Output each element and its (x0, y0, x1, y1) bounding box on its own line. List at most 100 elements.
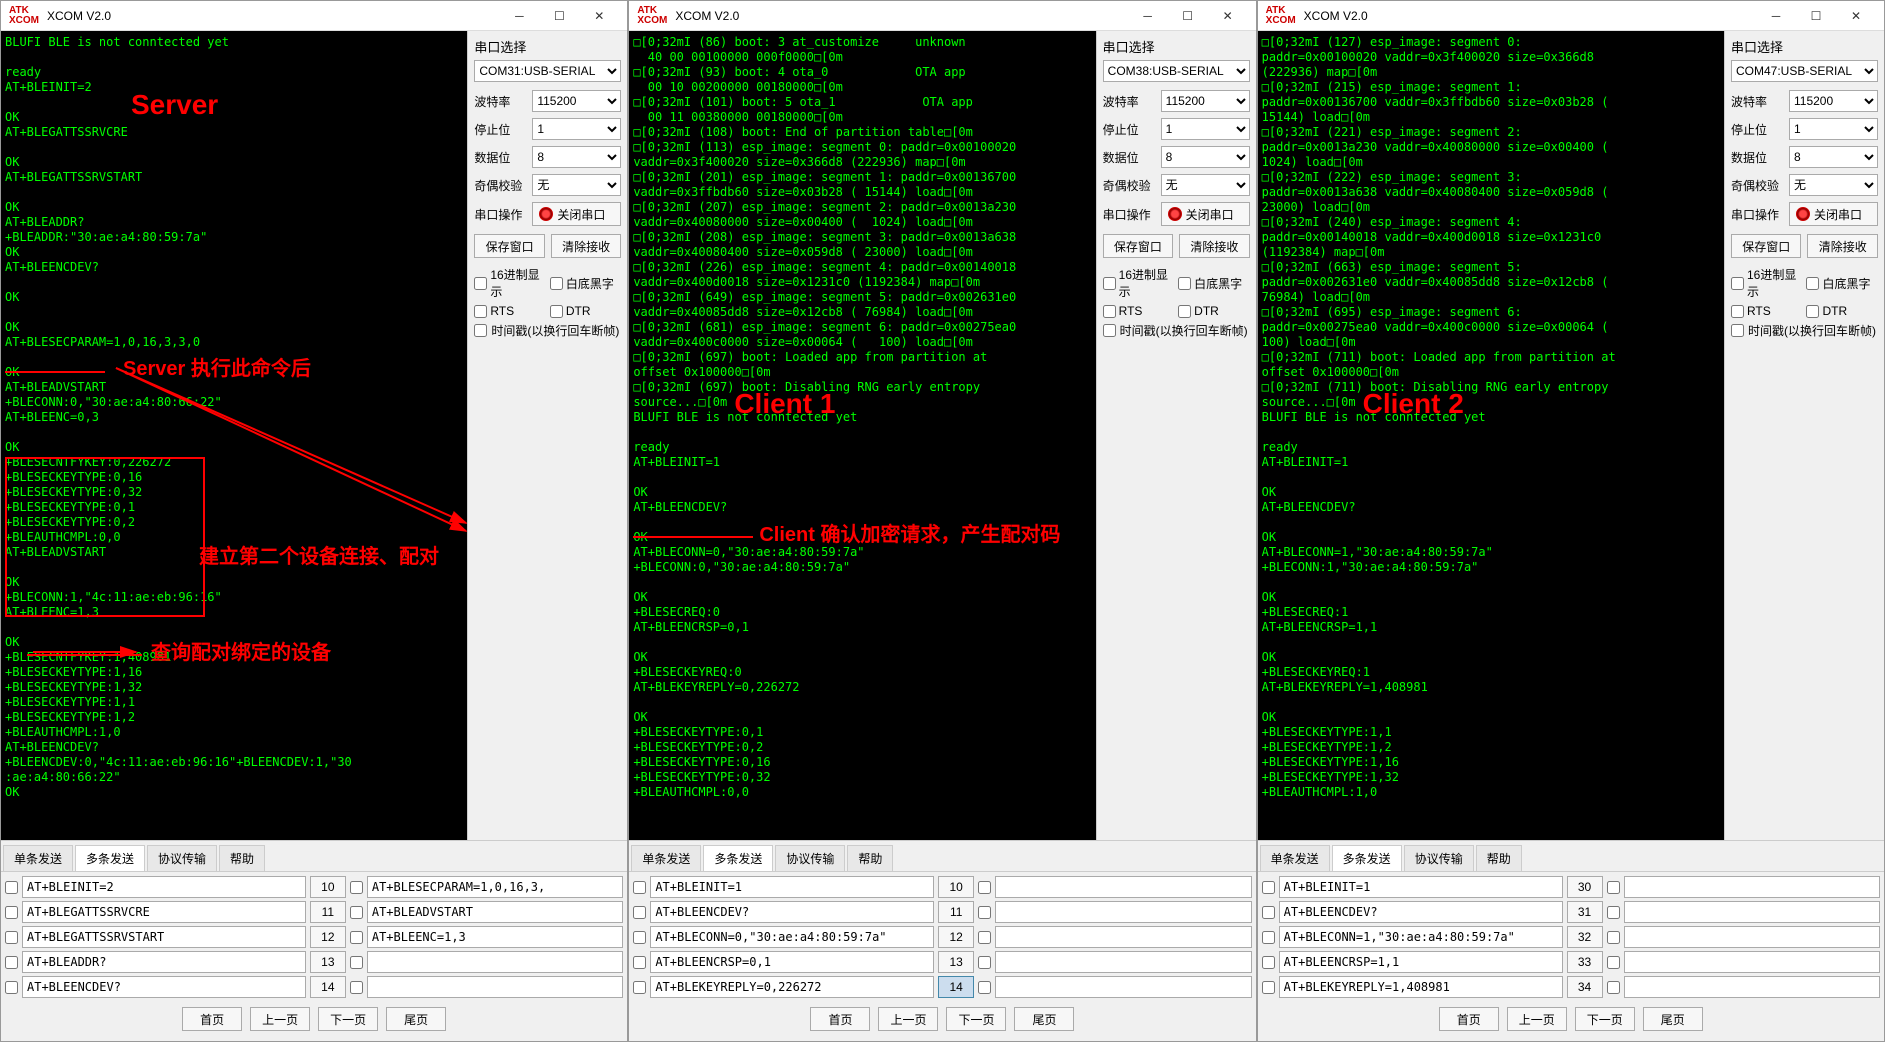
white-bg-checkbox[interactable] (1806, 277, 1819, 290)
data-select[interactable]: 8 (1789, 146, 1878, 168)
data-select[interactable]: 8 (532, 146, 621, 168)
tab-3[interactable]: 帮助 (1476, 845, 1522, 871)
rts-checkbox[interactable] (1731, 305, 1744, 318)
send-command-input[interactable] (1279, 876, 1563, 898)
send-row-right-checkbox[interactable] (350, 881, 363, 894)
clear-recv-button[interactable]: 清除接收 (1807, 234, 1878, 258)
send-command-input-right[interactable] (367, 976, 623, 998)
tab-1[interactable]: 多条发送 (75, 845, 145, 871)
timestamp-checkbox[interactable] (1103, 324, 1116, 337)
com-port-select[interactable]: COM47:USB-SERIAL (1731, 60, 1878, 82)
send-row-checkbox[interactable] (1262, 881, 1275, 894)
pager-button[interactable]: 下一页 (946, 1007, 1006, 1031)
send-command-input[interactable] (1279, 926, 1563, 948)
send-command-input-right[interactable] (1624, 951, 1880, 973)
send-command-input[interactable] (22, 926, 306, 948)
send-row-right-checkbox[interactable] (350, 956, 363, 969)
parity-select[interactable]: 无 (532, 174, 621, 196)
dtr-checkbox[interactable] (550, 305, 563, 318)
send-row-right-checkbox[interactable] (1607, 881, 1620, 894)
send-command-input-right[interactable] (1624, 976, 1880, 998)
send-command-input-right[interactable] (995, 951, 1251, 973)
send-num-button[interactable]: 33 (1567, 951, 1603, 973)
send-num-button[interactable]: 30 (1567, 876, 1603, 898)
send-num-button[interactable]: 12 (310, 926, 346, 948)
send-row-right-checkbox[interactable] (350, 931, 363, 944)
timestamp-checkbox[interactable] (1731, 324, 1744, 337)
timestamp-checkbox[interactable] (474, 324, 487, 337)
send-num-button[interactable]: 10 (310, 876, 346, 898)
send-command-input[interactable] (1279, 901, 1563, 923)
send-row-right-checkbox[interactable] (978, 931, 991, 944)
pager-button[interactable]: 尾页 (386, 1007, 446, 1031)
clear-recv-button[interactable]: 清除接收 (1179, 234, 1250, 258)
send-num-button[interactable]: 34 (1567, 976, 1603, 998)
send-num-button[interactable]: 11 (938, 901, 974, 923)
pager-button[interactable]: 下一页 (318, 1007, 378, 1031)
send-num-button[interactable]: 13 (310, 951, 346, 973)
tab-3[interactable]: 帮助 (847, 845, 893, 871)
send-num-button[interactable]: 14 (310, 976, 346, 998)
pager-button[interactable]: 尾页 (1014, 1007, 1074, 1031)
serial-toggle-button[interactable]: 关闭串口 (1161, 202, 1250, 226)
data-select[interactable]: 8 (1161, 146, 1250, 168)
send-row-right-checkbox[interactable] (978, 981, 991, 994)
send-row-checkbox[interactable] (1262, 981, 1275, 994)
send-command-input-right[interactable] (995, 926, 1251, 948)
send-row-checkbox[interactable] (633, 906, 646, 919)
baud-select[interactable]: 115200 (1789, 90, 1878, 112)
send-row-right-checkbox[interactable] (978, 906, 991, 919)
pager-button[interactable]: 尾页 (1643, 1007, 1703, 1031)
send-command-input[interactable] (22, 876, 306, 898)
send-command-input[interactable] (650, 901, 934, 923)
send-row-right-checkbox[interactable] (978, 881, 991, 894)
tab-2[interactable]: 协议传输 (775, 845, 845, 871)
save-window-button[interactable]: 保存窗口 (1103, 234, 1174, 258)
close-icon[interactable]: ✕ (579, 4, 619, 28)
send-num-button[interactable]: 10 (938, 876, 974, 898)
save-window-button[interactable]: 保存窗口 (474, 234, 545, 258)
baud-select[interactable]: 115200 (532, 90, 621, 112)
baud-select[interactable]: 115200 (1161, 90, 1250, 112)
send-command-input[interactable] (1279, 976, 1563, 998)
minimize-icon[interactable]: ─ (1756, 4, 1796, 28)
close-icon[interactable]: ✕ (1208, 4, 1248, 28)
send-num-button[interactable]: 11 (310, 901, 346, 923)
pager-button[interactable]: 上一页 (250, 1007, 310, 1031)
tab-0[interactable]: 单条发送 (1260, 845, 1330, 871)
serial-toggle-button[interactable]: 关闭串口 (1789, 202, 1878, 226)
send-row-checkbox[interactable] (5, 906, 18, 919)
parity-select[interactable]: 无 (1161, 174, 1250, 196)
tab-2[interactable]: 协议传输 (147, 845, 217, 871)
pager-button[interactable]: 下一页 (1575, 1007, 1635, 1031)
send-row-right-checkbox[interactable] (350, 981, 363, 994)
pager-button[interactable]: 首页 (182, 1007, 242, 1031)
tab-0[interactable]: 单条发送 (631, 845, 701, 871)
send-row-checkbox[interactable] (5, 956, 18, 969)
stop-select[interactable]: 1 (532, 118, 621, 140)
send-command-input[interactable] (650, 976, 934, 998)
send-row-right-checkbox[interactable] (1607, 931, 1620, 944)
tab-2[interactable]: 协议传输 (1404, 845, 1474, 871)
send-command-input[interactable] (650, 951, 934, 973)
send-command-input[interactable] (650, 876, 934, 898)
rts-checkbox[interactable] (474, 305, 487, 318)
hex-display-checkbox[interactable] (474, 277, 487, 290)
parity-select[interactable]: 无 (1789, 174, 1878, 196)
hex-display-checkbox[interactable] (1731, 277, 1744, 290)
send-row-right-checkbox[interactable] (1607, 981, 1620, 994)
send-command-input-right[interactable] (367, 951, 623, 973)
send-row-checkbox[interactable] (633, 881, 646, 894)
pager-button[interactable]: 首页 (1439, 1007, 1499, 1031)
pager-button[interactable]: 上一页 (1507, 1007, 1567, 1031)
dtr-checkbox[interactable] (1178, 305, 1191, 318)
stop-select[interactable]: 1 (1789, 118, 1878, 140)
send-command-input-right[interactable] (1624, 876, 1880, 898)
minimize-icon[interactable]: ─ (499, 4, 539, 28)
send-command-input[interactable] (22, 951, 306, 973)
tab-0[interactable]: 单条发送 (3, 845, 73, 871)
close-icon[interactable]: ✕ (1836, 4, 1876, 28)
send-row-checkbox[interactable] (633, 956, 646, 969)
send-command-input[interactable] (22, 901, 306, 923)
send-command-input-right[interactable] (995, 901, 1251, 923)
